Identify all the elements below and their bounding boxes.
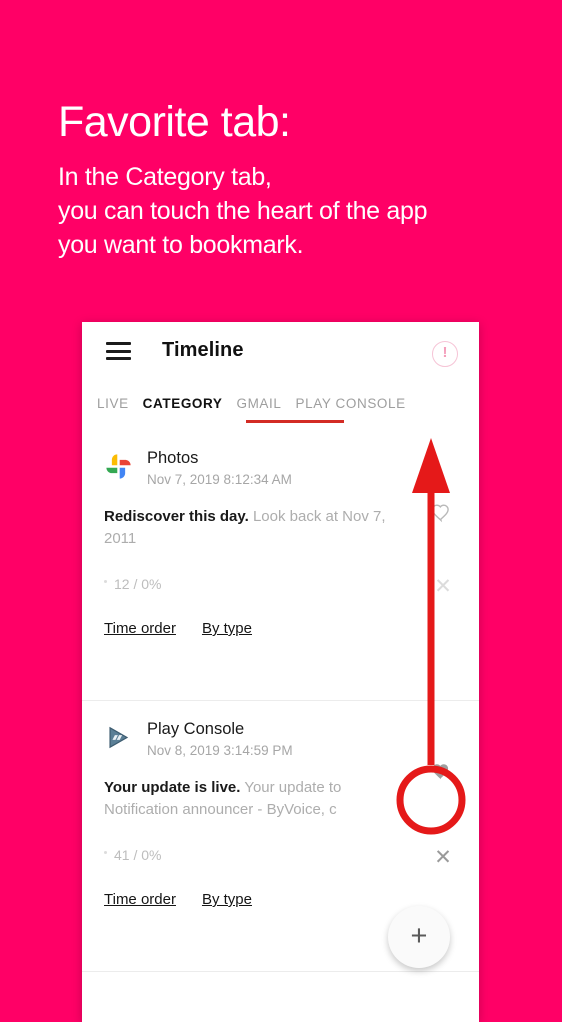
by-type-link[interactable]: By type: [202, 891, 252, 908]
hamburger-bar: [106, 349, 131, 353]
page-title: Timeline: [162, 339, 244, 361]
action-links: Time order By type: [104, 891, 457, 908]
app-screenshot-card: Timeline ! LIVE CATEGORY GMAIL PLAY CONS…: [82, 322, 479, 1022]
promo-line-3: you want to bookmark.: [58, 231, 304, 259]
list-item-header: Play Console Nov 8, 2019 3:14:59 PM: [104, 719, 457, 761]
notification-text: Your update is live. Your update to Noti…: [104, 777, 396, 821]
google-photos-icon: [104, 452, 133, 481]
hamburger-bar: [106, 342, 131, 345]
tab-bar: LIVE CATEGORY GMAIL PLAY CONSOLE: [82, 384, 479, 430]
hamburger-menu-icon[interactable]: [106, 342, 131, 360]
timestamp: Nov 8, 2019 3:14:59 PM: [147, 743, 293, 758]
stat-dot-icon: [104, 850, 107, 854]
app-name: Play Console: [147, 720, 245, 738]
list-item-app-info: Play Console Nov 8, 2019 3:14:59 PM: [147, 719, 293, 761]
heart-filled-icon[interactable]: [429, 759, 453, 783]
promo-title: Favorite tab:: [58, 98, 291, 146]
promo-line-1: In the Category tab,: [58, 163, 272, 191]
by-type-link[interactable]: By type: [202, 620, 252, 637]
promo-line-2: you can touch the heart of the app: [58, 197, 428, 225]
timestamp: Nov 7, 2019 8:12:34 AM: [147, 472, 292, 487]
stats-value: 41 / 0%: [114, 847, 162, 863]
info-exclamation-icon[interactable]: !: [432, 341, 458, 367]
tab-play-console[interactable]: PLAY CONSOLE: [289, 392, 413, 411]
tab-category[interactable]: CATEGORY: [136, 392, 230, 411]
time-order-link[interactable]: Time order: [104, 891, 176, 908]
tab-live[interactable]: LIVE: [90, 392, 136, 411]
stat-dot-icon: [104, 579, 107, 583]
list-item[interactable]: Photos Nov 7, 2019 8:12:34 AM Rediscover…: [82, 430, 479, 700]
notification-title: Your update is live.: [104, 779, 241, 796]
notification-title: Rediscover this day.: [104, 508, 249, 525]
app-toolbar: Timeline !: [82, 322, 479, 384]
close-x-icon[interactable]: ✕: [432, 576, 454, 598]
close-x-icon[interactable]: ✕: [432, 847, 454, 869]
time-order-link[interactable]: Time order: [104, 620, 176, 637]
list-divider: [82, 971, 479, 972]
action-links: Time order By type: [104, 620, 457, 637]
stats-value: 12 / 0%: [114, 576, 162, 592]
tab-gmail[interactable]: GMAIL: [229, 392, 288, 411]
timeline-list: Photos Nov 7, 2019 8:12:34 AM Rediscover…: [82, 430, 479, 972]
play-console-icon: [104, 723, 133, 752]
hamburger-bar: [106, 357, 131, 360]
promo-block: Favorite tab: In the Category tab, you c…: [58, 96, 528, 262]
stats-row: 12 / 0%: [104, 576, 457, 592]
heart-outline-icon[interactable]: [429, 500, 453, 524]
tab-active-indicator: [246, 420, 344, 423]
add-fab-button[interactable]: +: [388, 906, 450, 968]
stats-row: 41 / 0%: [104, 847, 457, 863]
notification-text: Rediscover this day. Look back at Nov 7,…: [104, 506, 396, 550]
list-item-header: Photos Nov 7, 2019 8:12:34 AM: [104, 448, 457, 490]
list-item-app-info: Photos Nov 7, 2019 8:12:34 AM: [147, 448, 292, 490]
app-name: Photos: [147, 449, 199, 467]
